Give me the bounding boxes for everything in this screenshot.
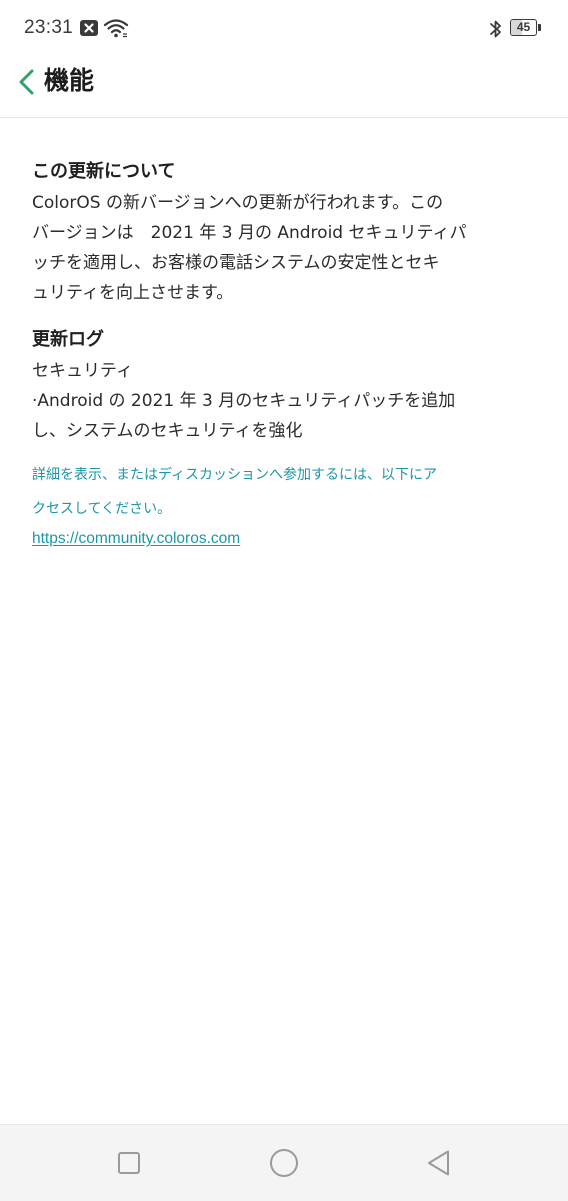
battery-icon: 45 [510, 19, 542, 38]
status-bar: 23:31 45 [0, 0, 568, 60]
action-bar: 機能 [0, 60, 568, 118]
system-nav-bar [0, 1124, 568, 1201]
back-triangle-icon [424, 1150, 456, 1183]
back-nav-button[interactable] [424, 1147, 456, 1179]
wifi-icon [103, 17, 129, 39]
community-link[interactable]: https://community.coloros.com [32, 526, 240, 552]
battery-level: 45 [516, 20, 531, 34]
home-icon [268, 1149, 300, 1183]
back-button[interactable] [8, 62, 44, 102]
recent-apps-button[interactable] [113, 1147, 145, 1179]
battery-tip [538, 24, 541, 31]
section-heading-about: この更新について [32, 161, 176, 182]
section-body-about: ColorOS の新バージョンへの更新が行われます。この バージョンは 2021… [32, 193, 467, 303]
recent-apps-icon [113, 1152, 145, 1183]
chevron-left-icon [16, 68, 36, 96]
page-title: 機能 [44, 66, 95, 95]
update-details: この更新について ColorOS の新バージョンへの更新が行われます。この バー… [32, 158, 532, 552]
section-body-changelog: セキュリティ ·Android の 2021 年 3 月のセキュリティパッチを追… [32, 361, 456, 441]
section-heading-changelog: 更新ログ [32, 329, 104, 350]
community-note: 詳細を表示、またはディスカッションへ参加するには、以下にア クセスしてください。 [32, 467, 438, 517]
bluetooth-icon [489, 18, 503, 40]
status-time: 23:31 [24, 17, 74, 38]
notification-x-icon [80, 20, 98, 36]
home-button[interactable] [268, 1147, 300, 1179]
